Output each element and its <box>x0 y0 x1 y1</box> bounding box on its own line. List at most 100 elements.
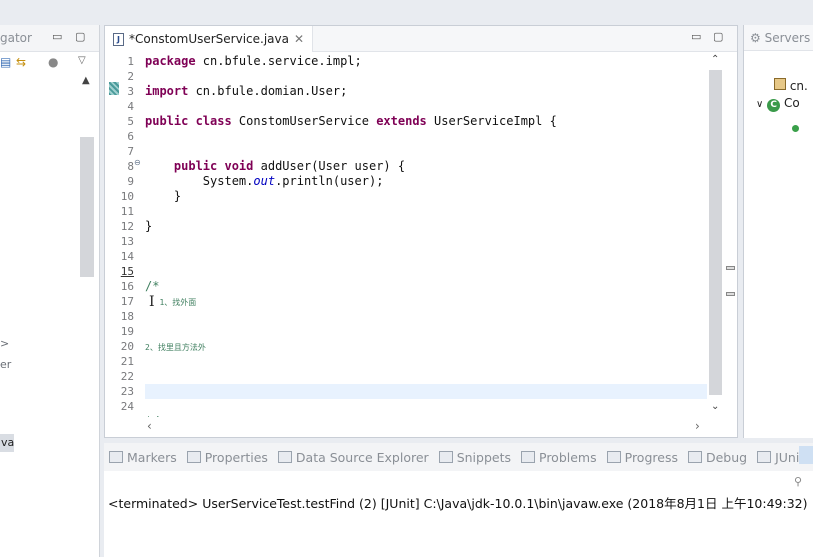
overview-ruler[interactable] <box>725 52 737 417</box>
scroll-left-icon[interactable]: ‹ <box>147 419 152 433</box>
code-line[interactable] <box>145 99 707 114</box>
code-line[interactable]: package cn.bfule.service.impl; <box>145 54 707 69</box>
line-number: 15 <box>120 265 134 278</box>
console-status: <terminated> UserServiceTest.testFind (2… <box>108 496 808 511</box>
tab-problems[interactable]: Problems <box>516 450 602 465</box>
tab-properties[interactable]: Properties <box>182 450 273 465</box>
code-token: } <box>145 219 153 233</box>
code-line[interactable] <box>145 234 707 249</box>
code-line[interactable]: /* <box>145 279 707 294</box>
code-token: public class <box>145 114 232 128</box>
console-icon[interactable] <box>799 446 813 464</box>
line-number: 6 <box>127 130 134 143</box>
link-editor-icon[interactable]: ⇆ <box>16 55 26 69</box>
chevron-down-icon[interactable]: ∨ <box>756 99 763 110</box>
code-line[interactable] <box>145 324 707 339</box>
method-icon <box>792 125 799 132</box>
line-number: 4 <box>127 100 134 113</box>
line-number: 10 <box>120 190 134 203</box>
tab-snippets[interactable]: Snippets <box>434 450 516 465</box>
code-line[interactable]: public void addUser(User user) { <box>145 159 707 174</box>
java-file-icon: J <box>113 32 124 46</box>
scroll-up-icon[interactable]: ⌃ <box>711 54 719 65</box>
focus-icon[interactable]: ● <box>48 55 58 69</box>
debug-icon <box>687 451 702 463</box>
pin-icon[interactable]: ⚲ <box>794 475 802 488</box>
navigator-panel: gator ▭ ▢ ▤ ⇆ ● ▽ ▲ > er va <box>0 25 100 557</box>
markers-icon <box>109 451 123 463</box>
server-tree-item[interactable]: cn. <box>774 78 808 93</box>
code-line[interactable] <box>145 204 707 219</box>
overview-mark[interactable] <box>726 266 735 270</box>
fold-collapse-icon[interactable]: ⊖ <box>134 158 141 167</box>
code-line[interactable] <box>145 144 707 159</box>
tab-label: Snippets <box>456 449 511 465</box>
code-line[interactable]: import cn.bfule.domian.User; <box>145 84 707 99</box>
servers-icon: ⚙ <box>750 31 761 45</box>
editor-tab[interactable]: J *ConstomUserService.java ✕ <box>105 26 314 52</box>
server-tree-item[interactable] <box>792 121 799 135</box>
java-editor: J *ConstomUserService.java ✕ ▭ ▢ ⊖ 1 pack… <box>104 25 738 438</box>
scrollbar-thumb[interactable] <box>709 70 722 395</box>
view-menu-icon[interactable]: ▽ <box>78 55 86 66</box>
tree-item-selected[interactable]: va <box>0 434 14 452</box>
code-line[interactable]: } <box>145 219 707 234</box>
code-line[interactable]: */ <box>145 414 707 417</box>
code-line[interactable]: 2、找里且方法外 <box>145 339 707 354</box>
navigator-scrollbar-thumb[interactable] <box>80 137 94 277</box>
navigator-tabbar: gator ▭ ▢ <box>0 25 99 52</box>
code-token: cn.bfule.service.impl; <box>195 54 362 68</box>
minimize-icon[interactable]: ▭ <box>52 30 62 43</box>
tab-label: Progress <box>624 449 678 465</box>
collapse-all-icon[interactable]: ▤ <box>0 55 11 69</box>
code-token: import <box>145 84 189 98</box>
horizontal-scrollbar[interactable]: ‹ › <box>145 418 705 436</box>
problems-icon <box>521 451 535 463</box>
tree-item-fragment[interactable]: > <box>0 337 9 350</box>
code-line[interactable]: } <box>145 189 707 204</box>
code-token: ConstomUserService <box>231 114 377 128</box>
code-line[interactable] <box>145 354 707 369</box>
line-number: 2 <box>127 70 134 83</box>
line-number: 16 <box>120 280 134 293</box>
line-number: 9 <box>127 175 134 188</box>
vertical-scrollbar[interactable]: ⌃ ⌄ <box>707 52 725 417</box>
code-line[interactable] <box>145 249 707 264</box>
code-line[interactable] <box>145 309 707 324</box>
code-token: } <box>145 189 182 203</box>
scroll-right-icon[interactable]: › <box>695 419 700 433</box>
line-number: 18 <box>120 310 134 323</box>
minimize-icon[interactable]: ▭ <box>691 30 701 43</box>
code-line[interactable] <box>145 129 707 144</box>
tab-data-source-explorer[interactable]: Data Source Explorer <box>273 450 434 465</box>
code-line[interactable]: public class ConstomUserService extends … <box>145 114 707 129</box>
line-number: 3 <box>127 85 134 98</box>
maximize-icon[interactable]: ▢ <box>75 30 85 43</box>
servers-tab-label: Servers <box>764 31 811 45</box>
close-icon[interactable]: ✕ <box>294 32 304 46</box>
tab-progress[interactable]: Progress <box>602 450 683 465</box>
tab-debug[interactable]: Debug <box>683 450 752 465</box>
line-number: 17 <box>120 295 134 308</box>
servers-tab[interactable]: ⚙ Servers <box>750 31 810 45</box>
scroll-down-icon[interactable]: ⌄ <box>711 401 719 412</box>
scroll-up-icon[interactable]: ▲ <box>82 75 90 86</box>
maximize-icon[interactable]: ▢ <box>713 30 723 43</box>
overview-mark[interactable] <box>726 292 735 296</box>
code-token: System. <box>145 174 254 188</box>
navigator-title[interactable]: gator <box>0 31 32 45</box>
code-line[interactable] <box>145 264 707 279</box>
code-line[interactable] <box>145 384 707 399</box>
code-line[interactable] <box>145 399 707 414</box>
console-view[interactable]: ⚲ <terminated> UserServiceTest.testFind … <box>104 471 813 557</box>
class-icon: C <box>767 99 781 112</box>
code-line[interactable] <box>145 369 707 384</box>
server-tree-item-label: cn. <box>789 79 808 93</box>
code-line[interactable]: 1、找外面 <box>145 294 707 309</box>
tree-item-fragment[interactable]: er <box>0 358 11 371</box>
code-line[interactable]: System.out.println(user); <box>145 174 707 189</box>
server-tree-item[interactable]: ∨ C Co <box>756 96 800 112</box>
code-line[interactable] <box>145 69 707 84</box>
tab-markers[interactable]: Markers <box>104 450 182 465</box>
code-area[interactable]: ⊖ 1 package cn.bfule.service.impl; 2 3 impor… <box>105 52 707 417</box>
